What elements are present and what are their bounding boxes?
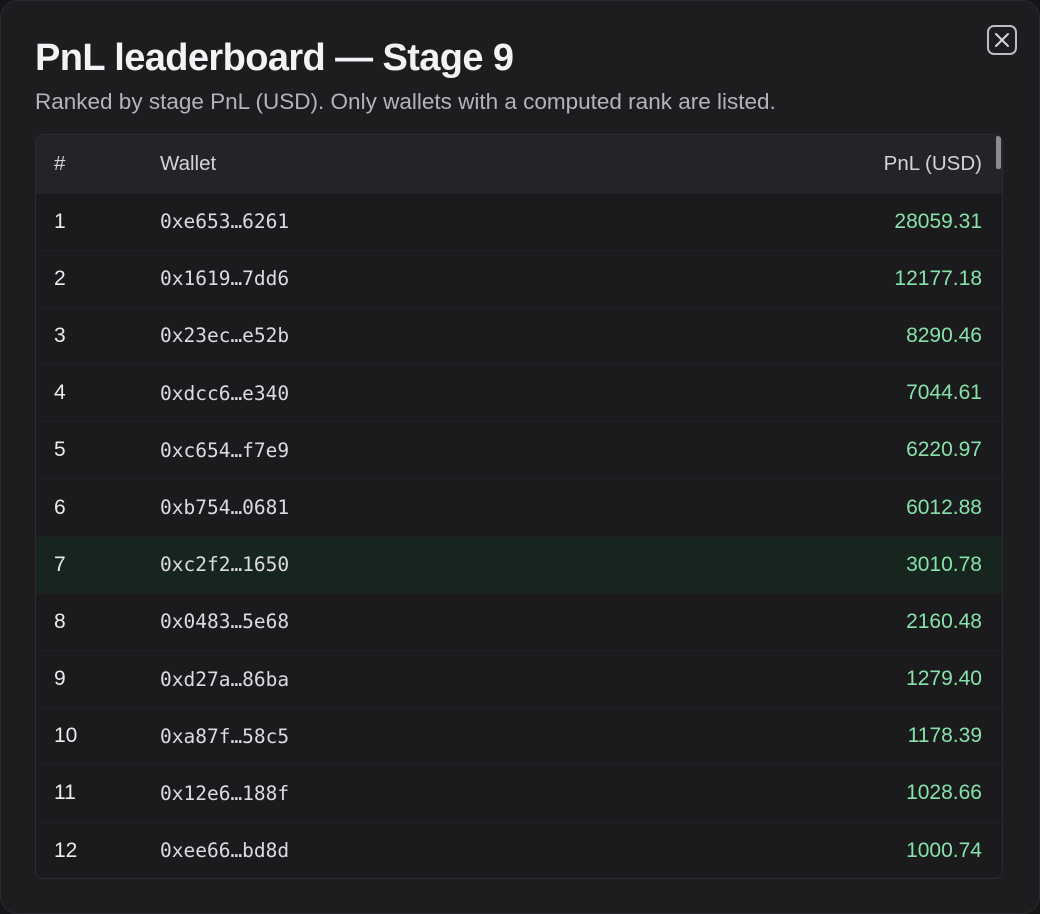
- header-rank[interactable]: #: [36, 135, 160, 193]
- pnl-cell: 1178.39: [907, 724, 982, 748]
- modal-subtitle: Ranked by stage PnL (USD). Only wallets …: [35, 89, 776, 114]
- pnl-cell: 1028.66: [906, 781, 982, 805]
- pnl-cell: 3010.78: [906, 552, 982, 576]
- table-row[interactable]: 8 0x0483…5e68 2160.48: [36, 593, 1002, 650]
- pnl-cell: 28059.31: [894, 209, 982, 233]
- wallet-cell: 0x0483…5e68: [160, 610, 290, 634]
- rank-cell: 10: [54, 724, 78, 748]
- table-row[interactable]: 7 0xc2f2…1650 3010.78: [36, 536, 1002, 594]
- leaderboard-table-container[interactable]: # Wallet PnL (USD) 1 0xe653…6261 28059.31 2…: [35, 134, 1003, 879]
- table-row[interactable]: 11 0x12e6…188f 1028.66: [36, 764, 1002, 822]
- rank-cell: 9: [54, 667, 66, 691]
- pnl-cell: 6220.97: [906, 438, 982, 462]
- rank-cell: 6: [54, 495, 66, 519]
- rank-cell: 11: [54, 781, 76, 805]
- table-row[interactable]: 9 0xd27a…86ba 1279.40: [36, 650, 1002, 708]
- rank-cell: 4: [54, 381, 66, 405]
- rank-cell: 2: [54, 266, 66, 290]
- wallet-cell: 0xc654…f7e9: [160, 438, 290, 462]
- pnl-cell: 1279.40: [906, 667, 982, 691]
- wallet-cell: 0xa87f…58c5: [160, 724, 290, 748]
- table-row[interactable]: 1 0xe653…6261 28059.31: [36, 193, 1002, 250]
- table-row[interactable]: 12 0xee66…bd8d 1000.74: [36, 822, 1002, 878]
- pnl-cell: 12177.18: [894, 266, 982, 290]
- leaderboard-modal: PnL leaderboard — Stage 9 Ranked by stag…: [0, 0, 1040, 914]
- pnl-cell: 6012.88: [906, 495, 982, 519]
- table-row[interactable]: 4 0xdcc6…e340 7044.61: [36, 364, 1002, 422]
- wallet-cell: 0xe653…6261: [160, 210, 290, 234]
- table-row[interactable]: 3 0x23ec…e52b 8290.46: [36, 307, 1002, 364]
- table-row[interactable]: 6 0xb754…0681 6012.88: [36, 478, 1002, 536]
- wallet-cell: 0xd27a…86ba: [160, 667, 290, 691]
- wallet-cell: 0xee66…bd8d: [160, 839, 290, 863]
- pnl-cell: 2160.48: [906, 609, 982, 633]
- close-icon: [995, 33, 1009, 47]
- header-pnl[interactable]: PnL (USD): [662, 135, 1002, 193]
- modal-title: PnL leaderboard — Stage 9: [35, 37, 514, 79]
- rank-cell: 12: [54, 838, 78, 862]
- rank-cell: 5: [54, 438, 66, 462]
- rank-cell: 1: [54, 209, 66, 233]
- leaderboard-table: # Wallet PnL (USD) 1 0xe653…6261 28059.31 2…: [36, 135, 1002, 878]
- table-row[interactable]: 5 0xc654…f7e9 6220.97: [36, 421, 1002, 479]
- wallet-cell: 0xb754…0681: [160, 496, 290, 520]
- rank-cell: 7: [54, 552, 66, 576]
- close-button[interactable]: [987, 25, 1017, 55]
- table-row[interactable]: 10 0xa87f…58c5 1178.39: [36, 707, 1002, 765]
- header-wallet[interactable]: Wallet: [160, 135, 662, 193]
- pnl-cell: 7044.61: [906, 381, 982, 405]
- rank-cell: 8: [54, 609, 66, 633]
- table-row[interactable]: 2 0x1619…7dd6 12177.18: [36, 250, 1002, 307]
- wallet-cell: 0x1619…7dd6: [160, 267, 290, 291]
- pnl-cell: 1000.74: [906, 838, 982, 862]
- wallet-cell: 0x23ec…e52b: [160, 324, 290, 348]
- wallet-cell: 0xc2f2…1650: [160, 553, 290, 577]
- pnl-cell: 8290.46: [906, 323, 982, 347]
- scrollbar-thumb[interactable]: [996, 136, 1001, 169]
- wallet-cell: 0x12e6…188f: [160, 781, 290, 805]
- rank-cell: 3: [54, 323, 66, 347]
- table-header-row: # Wallet PnL (USD): [36, 135, 1002, 193]
- wallet-cell: 0xdcc6…e340: [160, 381, 290, 405]
